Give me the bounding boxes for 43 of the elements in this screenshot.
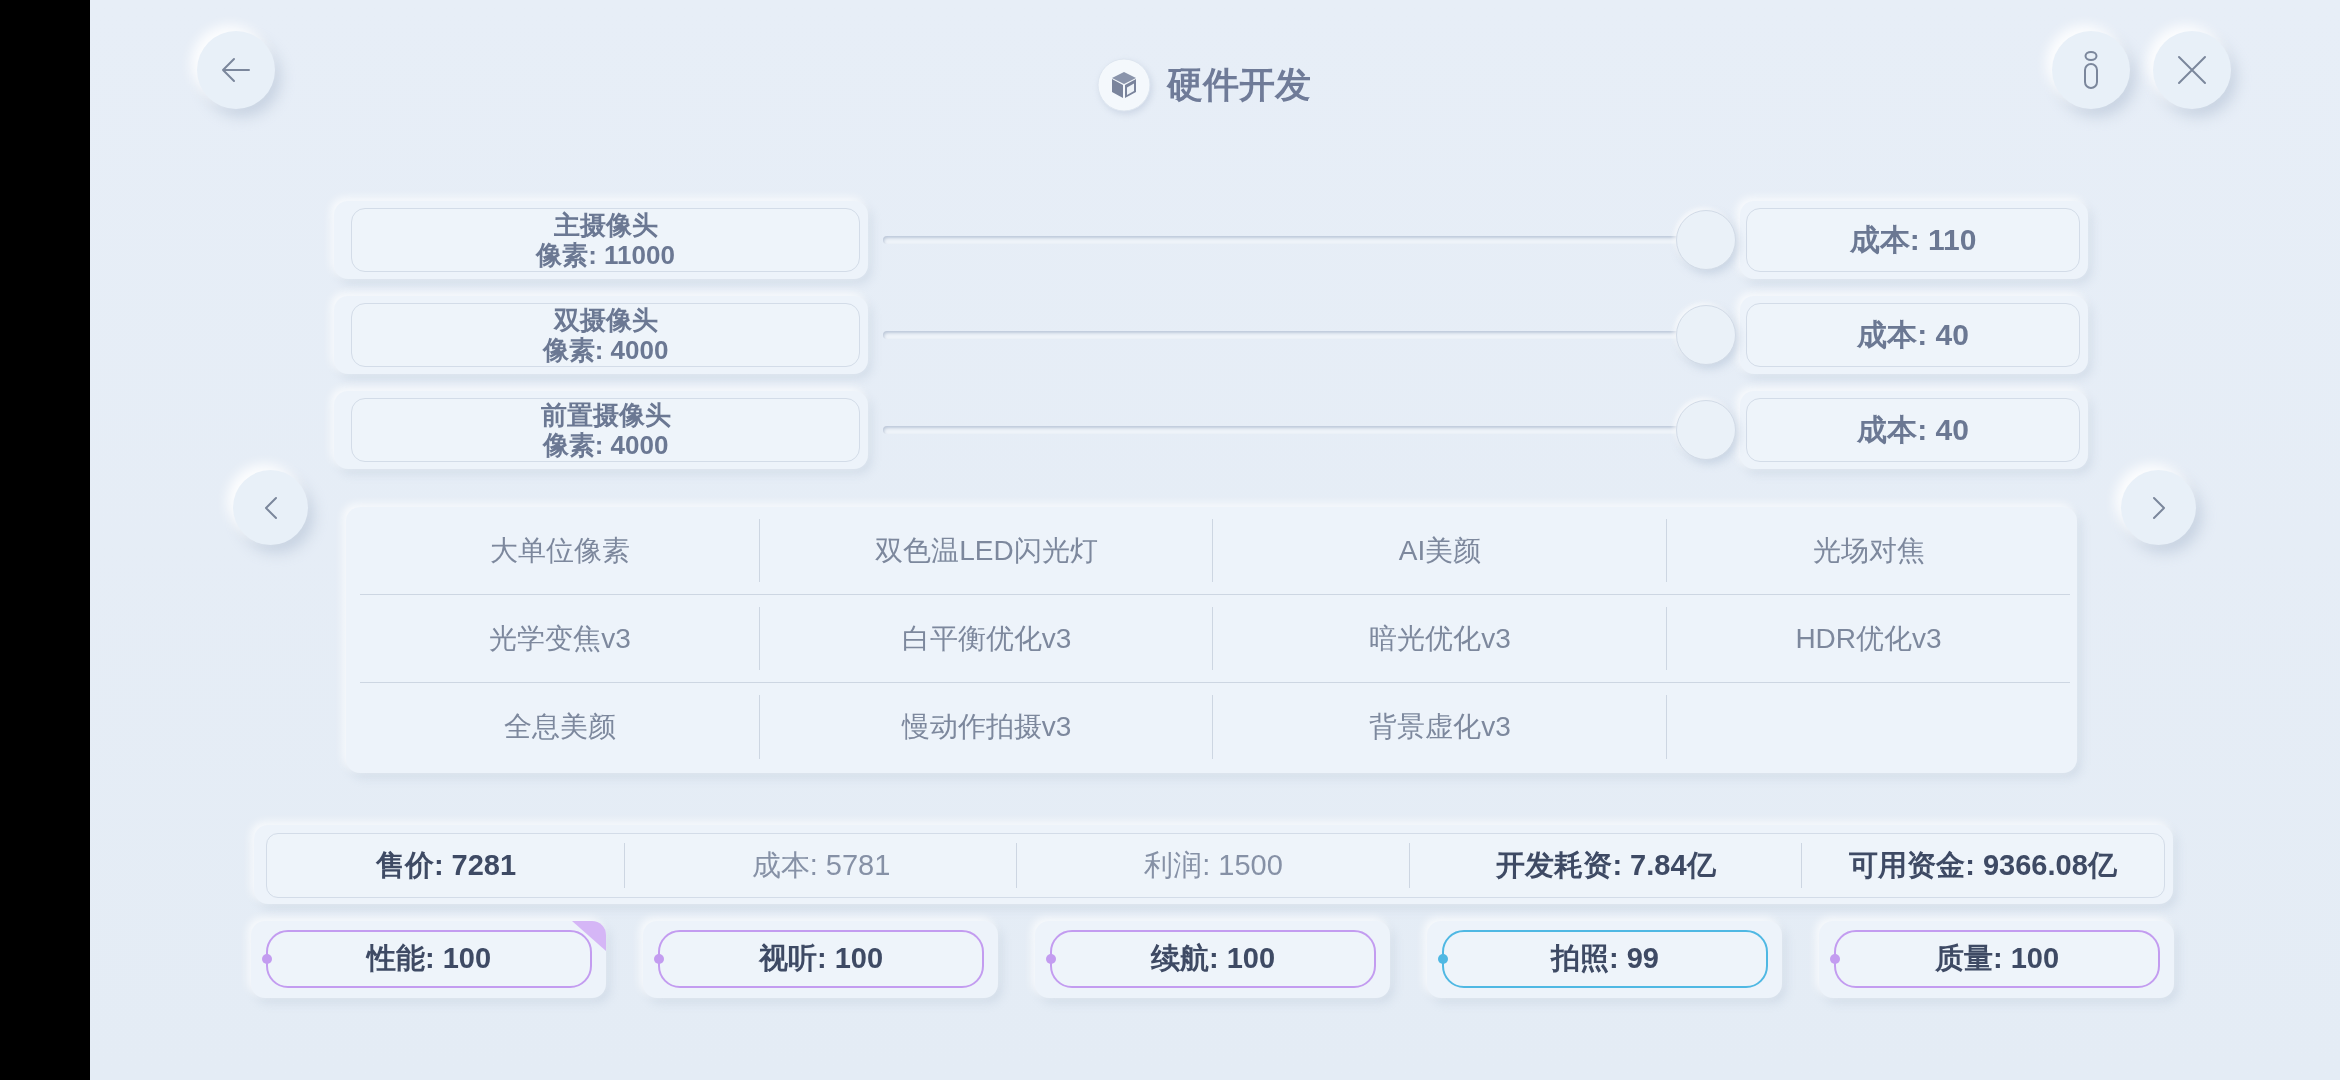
page-title: 硬件开发 bbox=[1166, 63, 1311, 107]
summary-value: 可用资金: 9366.08亿 bbox=[1849, 847, 2117, 883]
summary-value: 成本: 5781 bbox=[751, 847, 891, 883]
close-icon bbox=[2177, 55, 2207, 85]
summary-value: 开发耗资: 7.84亿 bbox=[1496, 847, 1716, 883]
pixel-count: 像素: 4000 bbox=[542, 335, 669, 365]
slider-thumb[interactable] bbox=[1676, 400, 1736, 460]
feature-label: 白平衡优化v3 bbox=[901, 621, 1072, 656]
summary-value: 利润: 1500 bbox=[1144, 847, 1283, 883]
summary-value: 售价: 7281 bbox=[375, 847, 517, 883]
feature-label: AI美颜 bbox=[1398, 533, 1482, 568]
attribute-value: 拍照: 99 bbox=[1551, 941, 1659, 976]
slider-track[interactable] bbox=[883, 400, 1736, 460]
pixel-count: 像素: 11000 bbox=[536, 240, 675, 270]
cost-readout: 成本: 110 bbox=[1746, 208, 2080, 272]
camera-name: 前置摄像头 bbox=[540, 400, 671, 430]
attribute-value: 续航: 100 bbox=[1150, 941, 1276, 976]
attribute-value: 性能: 100 bbox=[366, 941, 492, 976]
chevron-right-icon bbox=[2151, 495, 2166, 520]
feature-label: 光场对焦 bbox=[1812, 533, 1925, 568]
cost-readout: 成本: 40 bbox=[1746, 303, 2080, 367]
feature-label: 双色温LED闪光灯 bbox=[875, 533, 1098, 568]
attribute-value: 视听: 100 bbox=[758, 941, 884, 976]
info-icon bbox=[2083, 51, 2099, 89]
cost-readout: 成本: 40 bbox=[1746, 398, 2080, 462]
slider-thumb[interactable] bbox=[1676, 210, 1736, 270]
camera-name: 主摄像头 bbox=[553, 210, 658, 240]
feature-label: 大单位像素 bbox=[490, 533, 630, 568]
pixel-count: 像素: 4000 bbox=[542, 430, 669, 460]
feature-label: HDR优化v3 bbox=[1795, 621, 1942, 656]
feature-label: 全息美颜 bbox=[504, 710, 616, 744]
feature-label: 背景虚化v3 bbox=[1369, 710, 1511, 744]
feature-label: 慢动作拍摄v3 bbox=[901, 710, 1072, 744]
attribute-value: 质量: 100 bbox=[1934, 941, 2060, 976]
slider-thumb[interactable] bbox=[1676, 305, 1736, 365]
feature-label: 光学变焦v3 bbox=[489, 621, 631, 656]
arrow-left-icon bbox=[221, 55, 251, 85]
slider-track[interactable] bbox=[883, 210, 1736, 270]
chevron-left-icon bbox=[263, 495, 278, 520]
cube-icon bbox=[1096, 58, 1151, 112]
slider-track[interactable] bbox=[883, 305, 1736, 365]
feature-label: 暗光优化v3 bbox=[1369, 621, 1511, 656]
camera-name: 双摄像头 bbox=[553, 305, 658, 335]
